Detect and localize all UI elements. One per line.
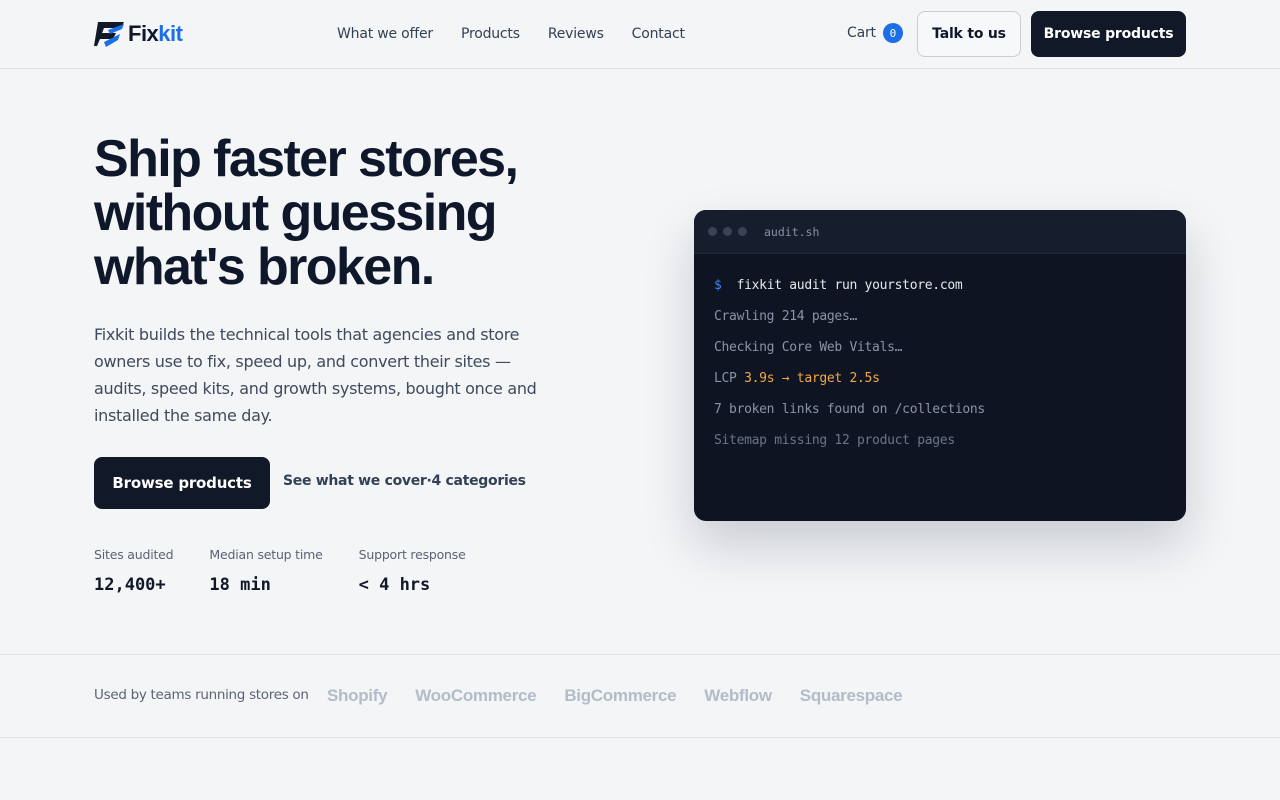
lcp-label: LCP	[714, 371, 745, 386]
stat-label: Support response	[358, 547, 466, 562]
nav-link-products[interactable]: Products	[461, 24, 520, 44]
hero-browse-products-button[interactable]: Browse products	[94, 457, 270, 509]
terminal-line-cwv: Checking Core Web Vitals…	[714, 340, 903, 355]
platform-brands: Shopify WooCommerce BigCommerce Webflow …	[327, 685, 903, 707]
cart-link[interactable]: Cart 0	[847, 23, 903, 43]
brand-squarespace: Squarespace	[799, 686, 903, 705]
window-dot-icon	[738, 227, 747, 236]
hero-title: Ship faster stores, without guessing wha…	[94, 130, 519, 296]
fixkit-logo-icon	[94, 22, 124, 47]
hero-stats: Sites audited 12,400+ Median setup time …	[94, 546, 502, 596]
terminal-filename: audit.sh	[764, 224, 820, 239]
terminal-command: fixkit audit run yourstore.com	[736, 278, 963, 293]
talk-to-us-button[interactable]: Talk to us	[917, 11, 1021, 57]
strip-label: Used by teams running stores on	[94, 687, 309, 703]
header-browse-products-button[interactable]: Browse products	[1031, 11, 1186, 57]
nav-link-reviews[interactable]: Reviews	[548, 24, 604, 44]
cart-label: Cart	[847, 25, 876, 41]
cover-link-text: See what we cover	[283, 473, 427, 489]
stat-value: 12,400+	[94, 575, 166, 595]
terminal-output: $ fixkit audit run yourstore.com Crawlin…	[694, 254, 1186, 484]
stat-support-response: Support response < 4 hrs	[359, 546, 466, 596]
stat-median-setup-time: Median setup time 18 min	[209, 546, 322, 596]
terminal-line-sitemap: Sitemap missing 12 product pages	[714, 433, 955, 448]
stat-sites-audited: Sites audited 12,400+	[94, 546, 174, 596]
nav-link-what-we-offer[interactable]: What we offer	[337, 24, 433, 44]
brand-webflow: Webflow	[704, 686, 772, 705]
window-dot-icon	[708, 227, 717, 236]
stat-label: Sites audited	[94, 547, 174, 562]
logo-text-main: Fix	[128, 21, 159, 46]
nav-link-contact[interactable]: Contact	[632, 24, 685, 44]
terminal-title-bar: audit.sh	[694, 210, 1186, 254]
terminal-window: audit.sh $ fixkit audit run yourstore.co…	[694, 210, 1186, 521]
site-header: Fixkit What we offer Products Reviews Co…	[0, 0, 1280, 69]
brand-bigcommerce: BigCommerce	[564, 686, 677, 705]
brand-shopify: Shopify	[327, 686, 388, 705]
brand-woocommerce: WooCommerce	[415, 686, 537, 705]
terminal-line-lcp: LCP 3.9s → target 2.5s	[714, 369, 1166, 400]
logo-text-accent: kit	[158, 21, 183, 46]
logo-text: Fixkit	[128, 21, 183, 46]
see-what-we-cover-link[interactable]: See what we cover · 4 categories	[283, 473, 526, 489]
fixkit-logo[interactable]: Fixkit	[94, 19, 183, 49]
terminal-line-crawl: Crawling 214 pages…	[714, 309, 858, 324]
hero-subtitle: Fixkit builds the technical tools that a…	[94, 325, 537, 425]
lcp-value: 3.9s → target 2.5s	[744, 371, 880, 386]
terminal-command-line: $ fixkit audit run yourstore.com	[714, 276, 1166, 307]
terminal-line-broken-links: 7 broken links found on /collections	[714, 402, 985, 417]
window-dot-icon	[723, 227, 732, 236]
stat-value: < 4 hrs	[358, 575, 431, 595]
stat-label: Median setup time	[209, 547, 323, 562]
terminal-prompt: $	[714, 278, 722, 293]
platform-logos-strip: Used by teams running stores on Shopify …	[0, 654, 1280, 738]
main-nav: What we offer Products Reviews Contact	[337, 24, 685, 44]
cover-link-count: 4 categories	[431, 473, 526, 489]
cart-count-badge: 0	[882, 23, 903, 43]
stat-value: 18 min	[209, 575, 271, 595]
